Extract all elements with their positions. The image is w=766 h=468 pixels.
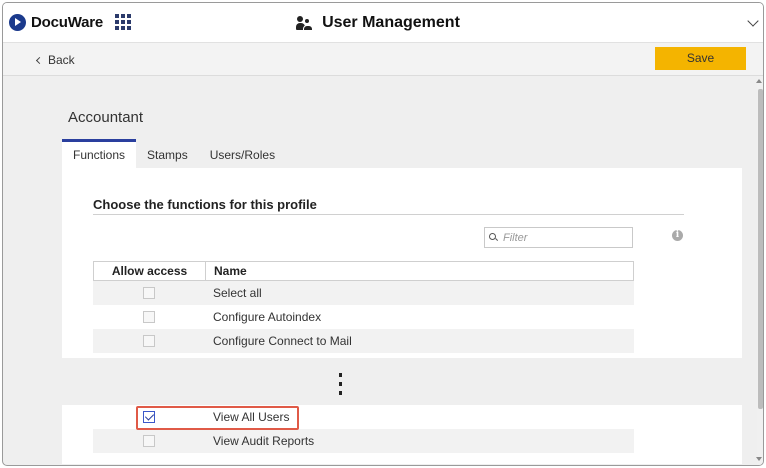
table-header: Allow access Name bbox=[93, 261, 634, 281]
top-bar: DocuWare User Management bbox=[3, 3, 763, 43]
function-name: Configure Autoindex bbox=[213, 310, 322, 324]
highlight-box bbox=[136, 406, 299, 430]
table-row[interactable]: View Audit Reports bbox=[93, 429, 634, 453]
table-row[interactable]: Select all bbox=[93, 281, 634, 305]
function-name: Configure Connect to Mail bbox=[213, 334, 352, 348]
back-label: Back bbox=[48, 53, 75, 67]
info-icon[interactable]: i bbox=[672, 230, 683, 241]
filter-input[interactable] bbox=[503, 231, 623, 244]
save-button[interactable]: Save bbox=[655, 47, 746, 70]
page-title: User Management bbox=[322, 14, 460, 31]
allow-access-checkbox[interactable] bbox=[143, 287, 155, 299]
table-row[interactable]: Configure Connect to Mail bbox=[93, 329, 634, 353]
tab-functions[interactable]: Functions bbox=[62, 139, 137, 168]
column-header-allow-access[interactable]: Allow access bbox=[94, 262, 206, 280]
function-name: Select all bbox=[213, 286, 262, 300]
allow-access-checkbox[interactable] bbox=[143, 311, 155, 323]
scrollbar-thumb[interactable] bbox=[758, 89, 763, 409]
chevron-left-icon bbox=[35, 56, 44, 64]
column-header-name[interactable]: Name bbox=[206, 262, 247, 280]
allow-access-checkbox[interactable] bbox=[143, 435, 155, 447]
action-bar: Back Save bbox=[3, 43, 763, 76]
users-icon bbox=[296, 15, 314, 31]
tab-users-roles[interactable]: Users/Roles bbox=[199, 139, 286, 168]
section-divider bbox=[93, 214, 684, 215]
search-icon bbox=[489, 233, 498, 242]
table-row[interactable]: Configure Autoindex bbox=[93, 305, 634, 329]
page-title-group: User Management bbox=[296, 14, 460, 32]
allow-access-checkbox[interactable] bbox=[143, 335, 155, 347]
section-title: Choose the functions for this profile bbox=[93, 197, 317, 212]
back-button[interactable]: Back bbox=[35, 53, 75, 67]
scroll-down-icon[interactable] bbox=[756, 457, 762, 461]
filter-box[interactable] bbox=[484, 227, 633, 248]
function-name: View Audit Reports bbox=[213, 434, 315, 448]
vertical-ellipsis-icon bbox=[339, 373, 343, 395]
profile-name: Accountant bbox=[68, 109, 144, 126]
scroll-up-icon[interactable] bbox=[756, 79, 762, 83]
tab-bar: Functions Stamps Users/Roles bbox=[62, 139, 286, 168]
tab-stamps[interactable]: Stamps bbox=[136, 139, 199, 168]
functions-panel: Choose the functions for this profile i … bbox=[62, 168, 742, 358]
functions-table: Allow access Name Select all Configure A… bbox=[93, 261, 634, 353]
